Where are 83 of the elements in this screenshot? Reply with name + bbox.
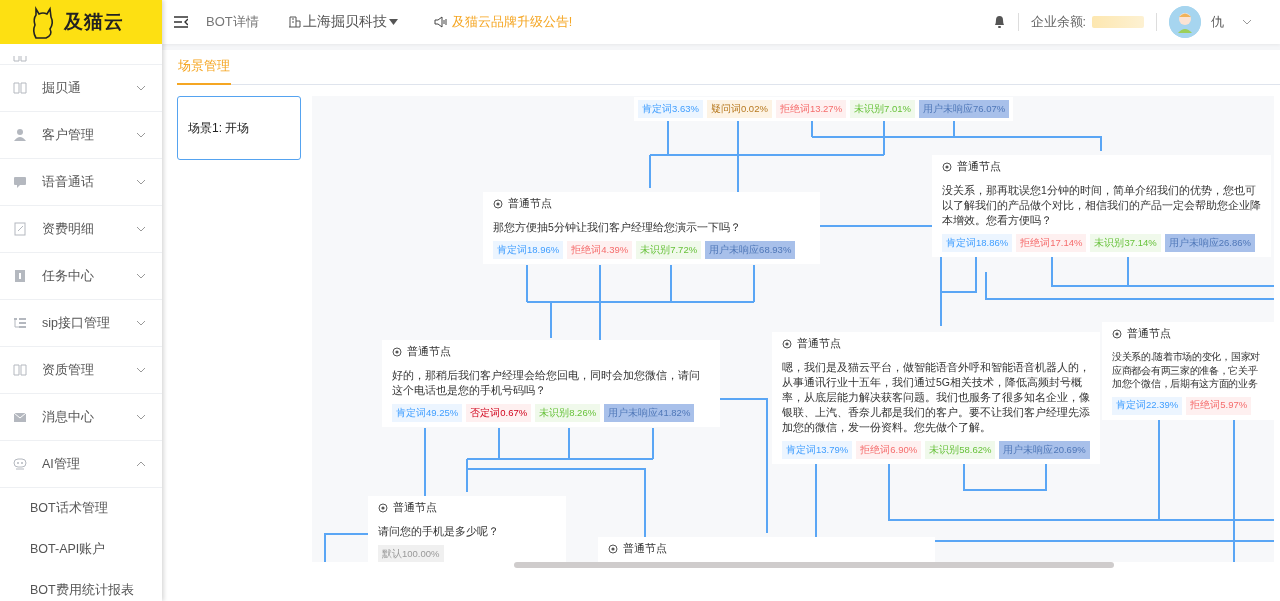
node-type-icon	[782, 339, 792, 349]
node-type-icon	[392, 347, 402, 357]
node-text-line: 加您个微信，后期有这方面的业务	[1112, 377, 1259, 391]
logo-text: 及猫云	[64, 10, 124, 34]
intent-tag: 用户未响应68.93%	[705, 241, 796, 259]
menu-item-icon	[12, 456, 28, 472]
company-dropdown[interactable]: 上海掘贝科技	[288, 13, 398, 31]
menu-item-icon	[12, 315, 28, 331]
node-text: 没关系，那再耽误您1分钟的时间，简单介绍我们的优势，您也可以了解我们的产品做个对比，相信我们的产品一定会帮助您企业降本增效。您看方便吗？	[942, 183, 1261, 228]
intent-tag: 肯定词22.39%	[1112, 396, 1183, 415]
balance-label: 企业余额:	[1030, 13, 1086, 31]
intent-tag: 肯定词13.79%	[782, 441, 853, 459]
flow-node[interactable]: 普通节点 好的，那稍后我们客户经理会给您回电，同时会加您微信，请问这个电话也是您的手机号码吗？ 肯定词49.25% 否定词0.67% 未识别8.26% 用户未响应41.82%	[382, 340, 720, 427]
user-name[interactable]: 仇	[1211, 13, 1224, 31]
sidebar-subitem[interactable]: BOT话术管理	[0, 488, 162, 529]
intent-tag: 未识别7.01%	[850, 100, 916, 118]
sidebar-subitem[interactable]: BOT费用统计报表	[0, 570, 162, 601]
intent-tag: 疑问词0.02%	[706, 100, 772, 118]
node-type-icon	[608, 544, 618, 554]
intent-tag: 用户未响应41.82%	[604, 404, 695, 422]
intent-tag: 肯定词3.63%	[638, 100, 703, 118]
page-title: BOT详情	[206, 13, 259, 31]
node-type-icon	[1112, 329, 1122, 339]
intent-tag: 肯定词18.86%	[942, 234, 1013, 252]
flow-node[interactable]: 普通节点 嗯，我们是及猫云平台，做智能语音外呼和智能语音机器人的，从事通讯行业十五年，我们通过5G相关技术，降低高频封号概率，从底层能力解决获客问题。我们也服务了很多知名企业，像银联、上汽、香奈儿都是我们的客户。要不让我们客户经理先添加您的微信，发一份资料。您先做个了解。 肯定词13.79% 拒绝词6.90% 未识别58.62% 用户未响应20.69%	[772, 332, 1100, 464]
node-type-icon	[378, 503, 388, 513]
building-icon	[288, 16, 301, 28]
menu-item-icon	[12, 221, 28, 237]
node-title: 普通节点	[407, 345, 451, 359]
intent-tag: 未识别58.62%	[925, 441, 996, 459]
intent-tag: 用户未响应26.86%	[1164, 234, 1255, 252]
node-text: 那您方便抽5分钟让我们客户经理给您演示一下吗？	[493, 220, 742, 235]
node-text: 好的，那稍后我们客户经理会给您回电，同时会加您微信，请问这个电话也是您的手机号码吗？	[392, 368, 701, 398]
scene-card[interactable]: 场景1: 开场	[177, 96, 301, 160]
node-title: 普通节点	[393, 501, 437, 515]
node-title: 普通节点	[797, 337, 841, 351]
menu-item-icon	[12, 127, 28, 143]
intent-tag: 用户未响应76.07%	[919, 100, 1010, 118]
node-text: 嗯，我们是及猫云平台，做智能语音外呼和智能语音机器人的，从事通讯行业十五年，我们通过5G相关技术，降低高频封号概率，从底层能力解决获客问题。我们也服务了很多知名企业，像银联、上汽、香奈儿都是我们的客户。要不让我们客户经理先添加您的微信，发一份资料。您先做个了解。	[782, 360, 1090, 435]
node-text-line: 应商都会有两三家的准备，它关乎	[1112, 363, 1259, 377]
flow-node[interactable]: 普通节点 那您方便抽5分钟让我们客户经理给您演示一下吗？ 肯定词18.96% 拒绝词4.39% 未识别7.72% 用户未响应68.93%	[483, 192, 820, 264]
menu-item-icon	[12, 362, 28, 378]
caret-icon	[388, 19, 398, 25]
intent-tag: 否定词0.67%	[466, 404, 532, 422]
intent-tag: 未识别7.72%	[636, 241, 702, 259]
menu-item-icon	[12, 56, 28, 64]
chevron-icon[interactable]	[1242, 19, 1252, 25]
intent-tag: 拒绝词4.39%	[567, 241, 633, 259]
node-title: 普通节点	[508, 197, 552, 211]
logo[interactable]: 及猫云	[0, 0, 162, 44]
node-title: 普通节点	[957, 160, 1001, 174]
menu-item-icon	[12, 268, 28, 284]
intent-tag: 拒绝词5.97%	[1186, 396, 1252, 415]
intent-tag: 拒绝词6.90%	[856, 441, 922, 459]
bell-icon[interactable]	[992, 15, 1006, 29]
intent-tag: 用户未响应20.69%	[999, 441, 1090, 459]
intent-tag: 默认100.00%	[378, 545, 444, 562]
redacted-value	[1092, 16, 1144, 28]
menu-toggle-icon[interactable]	[174, 16, 188, 28]
intent-tag: 未识别8.26%	[535, 404, 601, 422]
node-text-line: 没关系的.随着市场的变化，国家对	[1112, 350, 1261, 364]
node-type-icon	[493, 199, 503, 209]
flow-node[interactable]: 普通节点 没关系的.随着市场的变化，国家对 应商都会有两三家的准备，它关乎 加您个微信，后期有这方面的业务 肯定词22.39% 拒绝词5.97%	[1102, 322, 1274, 420]
node-text: 请问您的手机是多少呢？	[378, 524, 500, 539]
flow-node[interactable]: 普通节点 请问您的手机是多少呢？ 默认100.00%	[368, 496, 566, 562]
flow-node[interactable]: 普通节点	[598, 537, 935, 562]
menu-item-icon	[12, 174, 28, 190]
avatar-icon[interactable]	[1169, 6, 1201, 38]
speaker-icon	[433, 15, 448, 29]
menu-item-icon	[12, 80, 28, 96]
node-title: 普通节点	[623, 542, 667, 556]
intent-tag: 肯定词49.25%	[392, 404, 463, 422]
intent-tag: 拒绝词13.27%	[775, 100, 847, 118]
scrollbar[interactable]	[514, 562, 1114, 568]
cat-icon	[30, 5, 56, 39]
intent-tag: 未识别37.14%	[1090, 234, 1161, 252]
node-title: 普通节点	[1127, 327, 1171, 341]
intent-tag: 肯定词18.96%	[493, 241, 564, 259]
sidebar-subitem[interactable]: BOT-API账户	[0, 529, 162, 570]
flow-node[interactable]: 普通节点 没关系，那再耽误您1分钟的时间，简单介绍我们的优势，您也可以了解我们的产品做个对比，相信我们的产品一定会帮助您企业降本增效。您看方便吗？ 肯定词18.86% 拒绝词17.14% 未识别37.14% 用户未响应26.86%	[932, 155, 1271, 257]
flow-node[interactable]: 肯定词3.63% 疑问词0.02% 拒绝词13.27% 未识别7.01% 用户未响应76.07%	[634, 97, 1014, 121]
node-type-icon	[942, 162, 952, 172]
intent-tag: 拒绝词17.14%	[1016, 234, 1087, 252]
